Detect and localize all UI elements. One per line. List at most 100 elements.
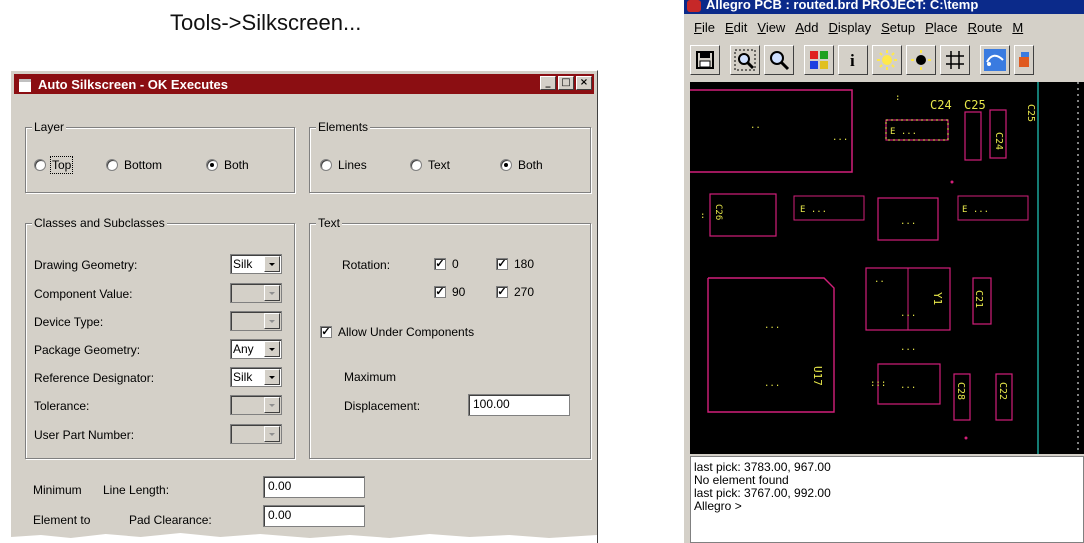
save-button[interactable] xyxy=(690,45,720,75)
radio-button[interactable] xyxy=(206,159,218,171)
menu-display[interactable]: Display xyxy=(828,20,871,35)
refdes-c21: C21 xyxy=(973,290,984,308)
menu-place[interactable]: Place xyxy=(925,20,958,35)
device-type-combo xyxy=(230,311,282,331)
layer-bottom-radio[interactable]: Bottom xyxy=(106,158,162,172)
layer-top-radio[interactable]: Top xyxy=(34,156,74,174)
allegro-menu-bar: File Edit View Add Display Setup Place R… xyxy=(684,16,1084,38)
dropdown-arrow-icon xyxy=(264,313,280,329)
menu-view[interactable]: View xyxy=(757,20,785,35)
route-button[interactable] xyxy=(1014,45,1034,75)
close-button[interactable]: × xyxy=(576,76,592,90)
pcb-canvas[interactable]: .. ... : C24 C25 E ... C24 C25 C26 : E .… xyxy=(690,82,1084,454)
checkbox-box[interactable]: ✓ xyxy=(496,286,508,298)
dialog-title: Auto Silkscreen - OK Executes xyxy=(38,76,229,92)
svg-text::: : xyxy=(895,93,900,103)
displacement-input[interactable]: 100.00 xyxy=(468,394,570,416)
svg-text:E ...: E ... xyxy=(890,127,917,137)
layer-group: Layer Top Bottom Both xyxy=(25,120,295,193)
color-icon xyxy=(810,51,828,69)
elements-text-radio[interactable]: Text xyxy=(410,158,450,172)
maximize-button[interactable]: □ xyxy=(558,76,574,90)
elements-lines-radio[interactable]: Lines xyxy=(320,158,367,172)
drawing-geometry-label: Drawing Geometry: xyxy=(34,258,138,272)
menu-file[interactable]: File xyxy=(694,20,715,35)
menu-more[interactable]: M xyxy=(1012,20,1023,35)
grid-button[interactable] xyxy=(940,45,970,75)
shadow-icon xyxy=(877,50,897,70)
dialog-titlebar[interactable]: Auto Silkscreen - OK Executes _ □ × xyxy=(14,74,594,94)
svg-text:...: ... xyxy=(900,217,916,227)
radio-button[interactable] xyxy=(320,159,332,171)
line-length-input[interactable]: 0.00 xyxy=(263,476,365,498)
drawing-geometry-combo[interactable]: Silk xyxy=(230,254,282,274)
radio-button[interactable] xyxy=(410,159,422,171)
checkbox-label: Allow Under Components xyxy=(338,325,475,339)
checkbox-box[interactable]: ✓ xyxy=(434,286,446,298)
dropdown-arrow-icon xyxy=(264,426,280,442)
refdes-c24: C24 xyxy=(930,98,952,112)
allegro-toolbar: i xyxy=(690,42,1034,78)
color-button[interactable] xyxy=(804,45,834,75)
zoom-button[interactable] xyxy=(764,45,794,75)
svg-text::: : xyxy=(700,211,705,221)
package-geometry-combo[interactable]: Any xyxy=(230,339,282,359)
info-button[interactable]: i xyxy=(838,45,868,75)
menu-add[interactable]: Add xyxy=(795,20,818,35)
displacement-label: Displacement: xyxy=(344,399,421,413)
dropdown-arrow-icon xyxy=(264,285,280,301)
checkbox-box[interactable]: ✓ xyxy=(496,258,508,270)
radio-button[interactable] xyxy=(34,159,46,171)
rotation-270-checkbox[interactable]: ✓ 270 xyxy=(496,285,534,299)
classes-group: Classes and Subclasses Drawing Geometry:… xyxy=(25,216,295,459)
checkbox-box[interactable]: ✓ xyxy=(434,258,446,270)
rats-button[interactable] xyxy=(980,45,1010,75)
menu-route[interactable]: Route xyxy=(968,20,1003,35)
dropdown-arrow-icon[interactable] xyxy=(264,341,280,357)
radio-button[interactable] xyxy=(500,159,512,171)
menu-setup[interactable]: Setup xyxy=(881,20,915,35)
refdes-c28: C28 xyxy=(955,382,966,400)
checkbox-box[interactable]: ✓ xyxy=(320,326,332,338)
minimize-button[interactable]: _ xyxy=(540,76,556,90)
svg-text:...: ... xyxy=(900,309,916,319)
menu-edit[interactable]: Edit xyxy=(725,20,747,35)
svg-text:...: ... xyxy=(900,343,916,353)
component-value-label: Component Value: xyxy=(34,287,133,301)
svg-text:..: .. xyxy=(874,275,885,285)
zoom-window-button[interactable] xyxy=(730,45,760,75)
pad-clearance-label: Pad Clearance: xyxy=(129,513,212,527)
command-console[interactable]: last pick: 3783.00, 967.00 No element fo… xyxy=(690,456,1084,543)
elements-group: Elements Lines Text Both xyxy=(309,120,591,193)
dropdown-arrow-icon xyxy=(264,397,280,413)
user-part-number-label: User Part Number: xyxy=(34,428,135,442)
svg-text:...: ... xyxy=(764,321,780,331)
shadow-button[interactable] xyxy=(872,45,902,75)
combo-value: Any xyxy=(233,342,254,356)
rotation-90-checkbox[interactable]: ✓ 90 xyxy=(434,285,465,299)
refdes-u17: U17 xyxy=(811,366,824,386)
text-group: Text Rotation: ✓ 0 ✓ 180 ✓ 90 ✓ 270 ✓ Al… xyxy=(309,216,591,459)
line-length-label: Line Length: xyxy=(103,483,170,497)
layer-both-radio[interactable]: Both xyxy=(206,158,249,172)
tolerance-combo xyxy=(230,395,282,415)
element-to-label: Element to xyxy=(33,513,91,527)
classes-legend: Classes and Subclasses xyxy=(32,216,167,230)
reference-designator-combo[interactable]: Silk xyxy=(230,367,282,387)
allegro-window: Allegro PCB : routed.brd PROJECT: C:\tem… xyxy=(684,0,1084,543)
rotation-180-checkbox[interactable]: ✓ 180 xyxy=(496,257,534,271)
dropdown-arrow-icon[interactable] xyxy=(264,256,280,272)
pad-clearance-input[interactable]: 0.00 xyxy=(263,505,365,527)
combo-value: Silk xyxy=(233,257,253,271)
dropdown-arrow-icon[interactable] xyxy=(264,369,280,385)
auto-silkscreen-dialog: Auto Silkscreen - OK Executes _ □ × Laye… xyxy=(10,70,598,543)
allegro-titlebar[interactable]: Allegro PCB : routed.brd PROJECT: C:\tem… xyxy=(684,0,1084,14)
radio-label: Lines xyxy=(338,158,367,172)
allow-under-components-checkbox[interactable]: ✓ Allow Under Components xyxy=(320,325,474,339)
refdes-c25-vertical: C25 xyxy=(1025,104,1036,122)
radio-button[interactable] xyxy=(106,159,118,171)
elements-both-radio[interactable]: Both xyxy=(500,158,543,172)
rotation-0-checkbox[interactable]: ✓ 0 xyxy=(434,257,459,271)
text-legend: Text xyxy=(316,216,343,230)
highlight-button[interactable] xyxy=(906,45,936,75)
